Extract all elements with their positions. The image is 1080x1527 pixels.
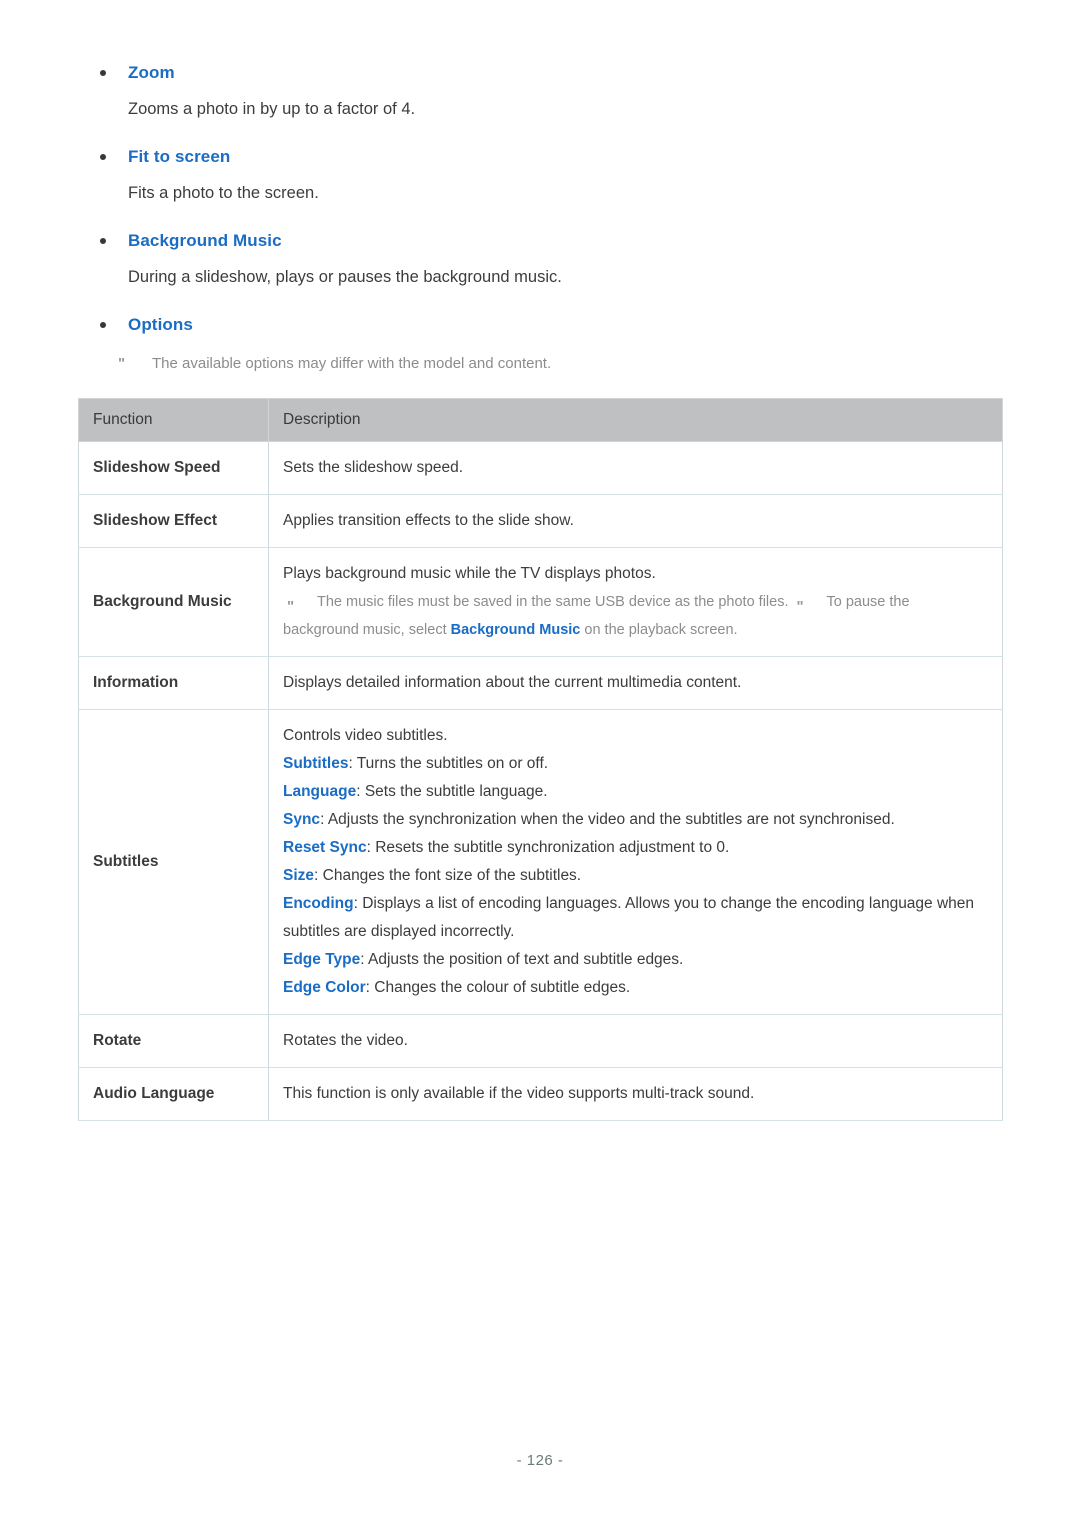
description-item: Edge Color: Changes the colour of subtit… bbox=[283, 974, 988, 1002]
bullet-dot-icon bbox=[100, 70, 106, 76]
row-description: Controls video subtitles. Subtitles: Tur… bbox=[268, 709, 1003, 1015]
description-item: Edge Type: Adjusts the position of text … bbox=[283, 946, 988, 974]
item-term: Edge Type bbox=[283, 951, 361, 968]
row-function: Rotate bbox=[78, 1014, 269, 1068]
item-term: Size bbox=[283, 867, 315, 884]
item-text: : Changes the colour of subtitle edges. bbox=[365, 979, 631, 996]
column-header-function: Function bbox=[78, 398, 269, 442]
row-description: Displays detailed information about the … bbox=[268, 656, 1003, 710]
item-text: : Changes the font size of the subtitles… bbox=[314, 867, 582, 884]
note-text: The available options may differ with th… bbox=[152, 355, 552, 372]
description-note: " The music files must be saved in the s… bbox=[283, 594, 793, 615]
row-description: This function is only available if the v… bbox=[268, 1067, 1003, 1121]
description-intro: Controls video subtitles. bbox=[283, 727, 448, 744]
description-item: Sync: Adjusts the synchronization when t… bbox=[283, 806, 988, 834]
row-description: Applies transition effects to the slide … bbox=[268, 494, 1003, 548]
row-function: Subtitles bbox=[78, 709, 269, 1015]
bullet-dot-icon bbox=[100, 238, 106, 244]
item-text: : Adjusts the synchronization when the v… bbox=[320, 811, 895, 828]
options-note: " The available options may differ with … bbox=[78, 352, 1002, 376]
description-item: Reset Sync: Resets the subtitle synchron… bbox=[283, 834, 988, 862]
section-body: Fits a photo to the screen. bbox=[128, 184, 319, 202]
item-term: Encoding bbox=[283, 895, 354, 912]
table-row: Background Music Plays background music … bbox=[78, 547, 1003, 657]
item-text: : Sets the subtitle language. bbox=[356, 783, 548, 800]
section-body: During a slideshow, plays or pauses the … bbox=[128, 268, 562, 286]
item-text: : Turns the subtitles on or off. bbox=[348, 755, 549, 772]
section-title: Zoom bbox=[128, 63, 175, 82]
row-description: Sets the slideshow speed. bbox=[268, 441, 1003, 495]
note-text-tail: on the playback screen. bbox=[580, 622, 738, 638]
item-term: Subtitles bbox=[283, 755, 349, 772]
row-function: Background Music bbox=[78, 547, 269, 657]
section-zoom: Zoom Zooms a photo in by up to a factor … bbox=[78, 60, 1002, 122]
description-item: Subtitles: Turns the subtitles on or off… bbox=[283, 750, 988, 778]
bullet-dot-icon bbox=[100, 154, 106, 160]
item-term: Sync bbox=[283, 811, 321, 828]
note-marker-icon: " bbox=[796, 598, 804, 615]
item-text: : Adjusts the position of text and subti… bbox=[360, 951, 684, 968]
section-background-music: Background Music During a slideshow, pla… bbox=[78, 228, 1002, 290]
bullet-dot-icon bbox=[100, 322, 106, 328]
section-title: Background Music bbox=[128, 231, 282, 250]
column-header-description: Description bbox=[268, 398, 1003, 442]
note-text: The music files must be saved in the sam… bbox=[317, 594, 789, 610]
item-text: : Displays a list of encoding languages.… bbox=[283, 895, 975, 940]
description-intro: Plays background music while the TV disp… bbox=[283, 565, 656, 582]
table-row: Slideshow Speed Sets the slideshow speed… bbox=[78, 441, 1003, 495]
section-heading: Zoom bbox=[78, 60, 1002, 86]
note-marker-icon: " bbox=[287, 598, 294, 615]
description-item: Language: Sets the subtitle language. bbox=[283, 778, 988, 806]
section-body: Zooms a photo in by up to a factor of 4. bbox=[128, 100, 416, 118]
section-fit-to-screen: Fit to screen Fits a photo to the screen… bbox=[78, 144, 1002, 206]
options-table: Function Description Slideshow Speed Set… bbox=[78, 398, 1003, 1121]
item-term: Edge Color bbox=[283, 979, 366, 996]
item-text: : Resets the subtitle synchronization ad… bbox=[366, 839, 730, 856]
section-options: Options " The available options may diff… bbox=[78, 312, 1002, 376]
item-term: Language bbox=[283, 783, 357, 800]
table-row: Slideshow Effect Applies transition effe… bbox=[78, 494, 1003, 548]
row-function: Slideshow Effect bbox=[78, 494, 269, 548]
page-content: Zoom Zooms a photo in by up to a factor … bbox=[78, 60, 1003, 1121]
row-function: Information bbox=[78, 656, 269, 710]
row-description: Plays background music while the TV disp… bbox=[268, 547, 1003, 657]
note-marker-icon: " bbox=[118, 355, 125, 372]
item-term: Reset Sync bbox=[283, 839, 367, 856]
section-heading: Background Music bbox=[78, 228, 1002, 254]
table-row: Subtitles Controls video subtitles. Subt… bbox=[78, 709, 1003, 1015]
section-heading: Fit to screen bbox=[78, 144, 1002, 170]
note-highlight: Background Music bbox=[450, 622, 581, 638]
description-item: Encoding: Displays a list of encoding la… bbox=[283, 890, 988, 946]
page-footer: - 126 - bbox=[516, 1452, 564, 1469]
row-description: Rotates the video. bbox=[268, 1014, 1003, 1068]
row-function: Slideshow Speed bbox=[78, 441, 269, 495]
row-function: Audio Language bbox=[78, 1067, 269, 1121]
document-page: Zoom Zooms a photo in by up to a factor … bbox=[0, 0, 1080, 1527]
table-row: Information Displays detailed informatio… bbox=[78, 656, 1003, 710]
table-header-row: Function Description bbox=[78, 398, 1003, 442]
table-row: Rotate Rotates the video. bbox=[78, 1014, 1003, 1068]
description-item: Size: Changes the font size of the subti… bbox=[283, 862, 988, 890]
section-title: Options bbox=[128, 315, 193, 334]
section-heading: Options bbox=[78, 312, 1002, 338]
table-row: Audio Language This function is only ava… bbox=[78, 1067, 1003, 1121]
section-title: Fit to screen bbox=[128, 147, 231, 166]
